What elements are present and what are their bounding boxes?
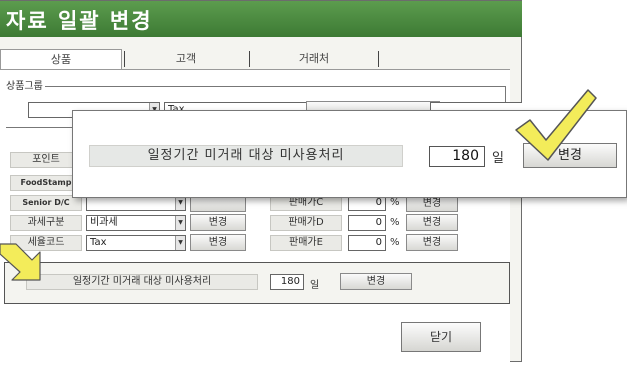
product-group-label: 상품그룹 [4,77,45,92]
tab-separator [124,51,125,67]
callout-days-input[interactable]: 180 [429,146,485,167]
tax-code-select[interactable]: Tax ▼ [86,235,186,251]
tab-supplier[interactable]: 거래처 [252,49,376,69]
period-row-change-button[interactable]: 변경 [340,273,412,290]
tab-customer[interactable]: 고객 [126,49,246,69]
tax-type-change-button[interactable]: 변경 [190,214,246,231]
tax-code-change-button[interactable]: 변경 [190,234,246,251]
tax-type-label: 과세구분 [10,215,82,231]
tab-separator [249,51,250,67]
period-row-input[interactable]: 180 [270,274,304,290]
price-e-input[interactable]: 0 [348,235,386,251]
callout-label: 일정기간 미거래 대상 미사용처리 [89,145,403,167]
close-button[interactable]: 닫기 [401,322,481,352]
period-row-label: 일정기간 미거래 대상 미사용처리 [26,274,258,290]
tax-type-value: 비과세 [90,217,118,228]
price-d-change-button[interactable]: 변경 [406,214,458,231]
price-e-unit: % [390,237,400,248]
callout-days-unit: 일 [492,151,504,166]
title-bar: 자료 일괄 변경 [0,1,522,37]
chevron-down-icon: ▼ [175,196,185,210]
price-e-label: 판매가E [270,235,342,251]
price-d-label: 판매가D [270,215,342,231]
window-title: 자료 일괄 변경 [6,9,153,33]
tab-strip: 상품 고객 거래처 [0,49,500,69]
price-d-unit: % [390,217,400,228]
checkmark-icon [515,89,597,161]
tax-type-select[interactable]: 비과세 ▼ [86,215,186,231]
period-row-unit: 일 [310,280,320,291]
price-d-input[interactable]: 0 [348,215,386,231]
tab-product[interactable]: 상품 [0,49,122,69]
price-e-change-button[interactable]: 변경 [406,234,458,251]
chevron-down-icon: ▼ [175,236,185,250]
tax-code-value: Tax [90,237,107,248]
tab-separator [378,51,379,67]
chevron-down-icon: ▼ [175,216,185,230]
arrow-pointer-icon [0,243,41,281]
price-c-unit: % [390,197,400,208]
